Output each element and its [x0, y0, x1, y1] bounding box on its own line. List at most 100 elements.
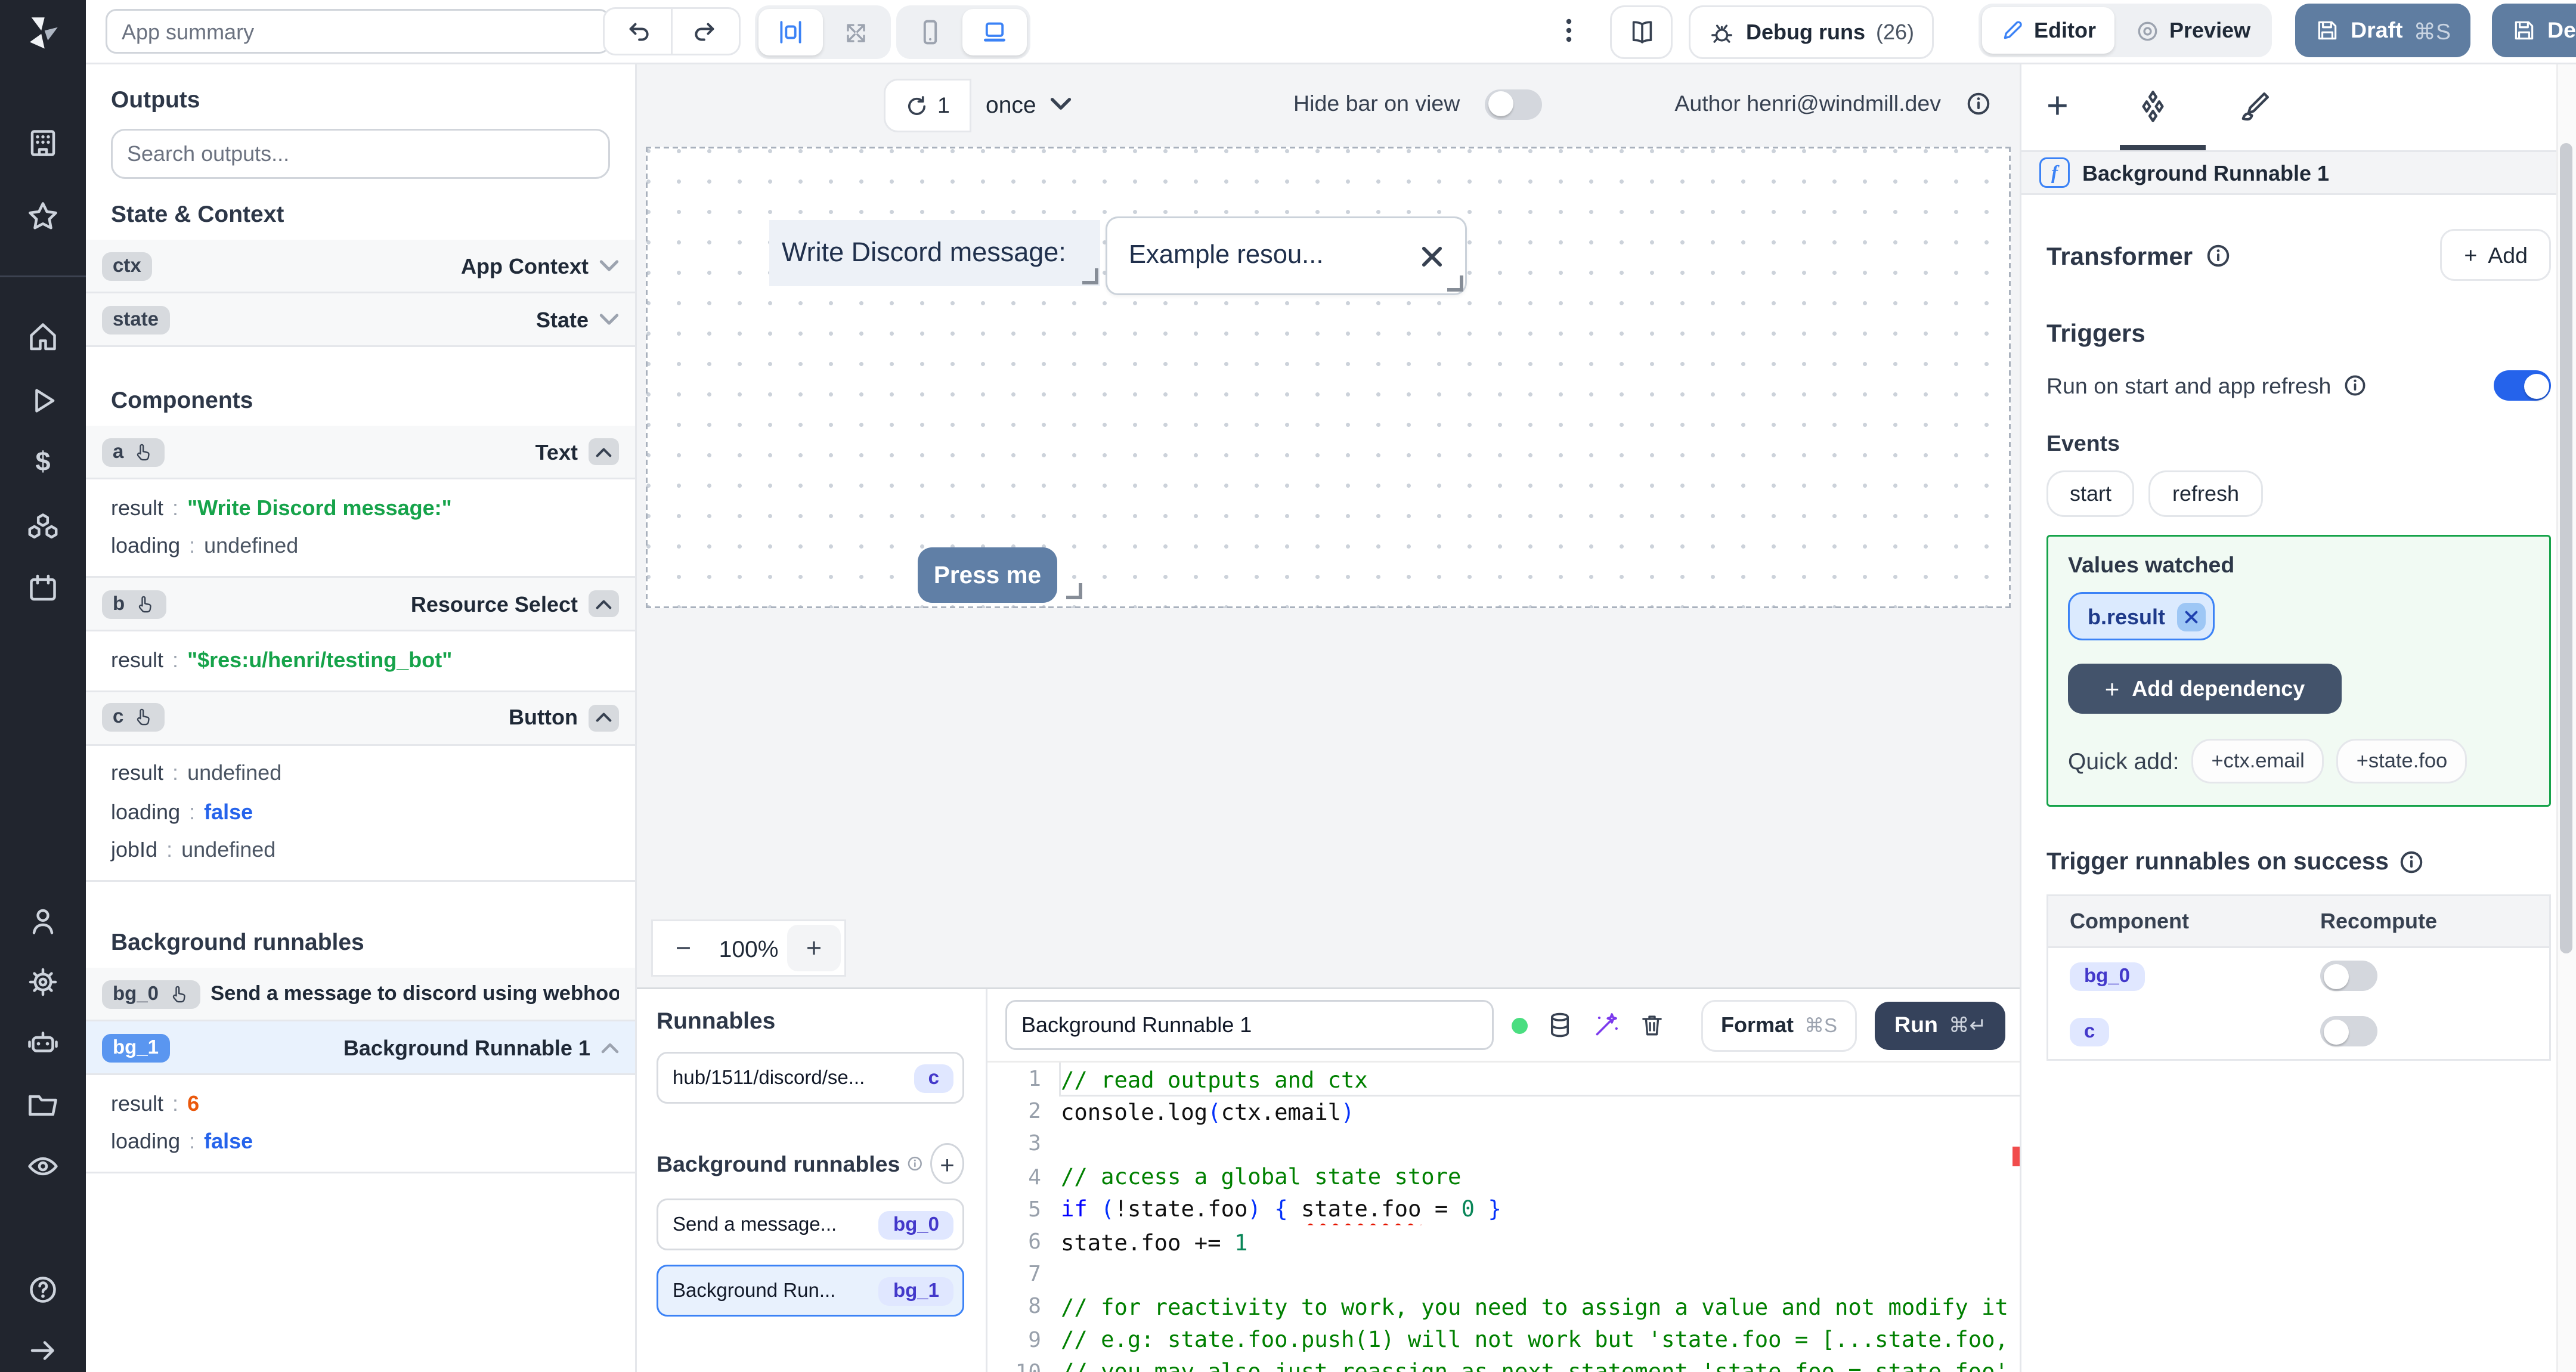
add-bg-runnable-button[interactable]: +	[930, 1143, 964, 1184]
resources-cubes-icon[interactable]	[0, 510, 86, 546]
debug-runs-button[interactable]: Debug runs (26)	[1689, 5, 1934, 59]
quick-add-ctx-email[interactable]: +ctx.email	[2191, 739, 2324, 783]
center-layout-toggle[interactable]	[758, 9, 823, 55]
ctx-row[interactable]: ctx App Context	[86, 240, 635, 293]
runnable-item-bg1-selected[interactable]: Background Run... bg_1	[657, 1265, 964, 1317]
tab-preview[interactable]: Preview	[2116, 7, 2268, 54]
resource-select-component[interactable]: Example resou...	[1106, 216, 1467, 295]
code-area[interactable]: 1// read outputs and ctx 2 console.log(ct…	[987, 1061, 2020, 1372]
bg0-row[interactable]: bg_0 Send a message to discord using web…	[86, 968, 635, 1021]
code-line[interactable]: 2 console.log(ctx.email)	[987, 1095, 2020, 1128]
windmill-logo[interactable]	[0, 13, 86, 52]
run-button[interactable]: Run ⌘↵	[1875, 1001, 2007, 1049]
folder-icon[interactable]	[0, 1088, 86, 1123]
settings-gear-icon[interactable]	[0, 964, 86, 1000]
code-line[interactable]: 10// you may also just reassign as next …	[987, 1355, 2020, 1372]
home-icon[interactable]	[0, 318, 86, 354]
background-runnables-title: Background runnables	[111, 928, 364, 955]
refresh-mode-dropdown[interactable]: once	[986, 79, 1072, 129]
desktop-view-toggle[interactable]	[962, 9, 1027, 55]
zoom-out-button[interactable]: −	[653, 933, 714, 964]
runnable-item-bg0[interactable]: Send a message... bg_0	[657, 1198, 964, 1250]
code-line[interactable]: 3	[987, 1128, 2020, 1160]
event-chip-refresh: refresh	[2149, 470, 2263, 517]
app-summary-input[interactable]	[106, 9, 610, 54]
collapse-button[interactable]	[589, 704, 619, 731]
component-c-badge: c	[102, 703, 165, 732]
state-row[interactable]: state State	[86, 293, 635, 347]
component-b-row[interactable]: b Resource Select	[86, 578, 635, 631]
help-icon[interactable]	[0, 1272, 86, 1308]
search-outputs-input[interactable]	[111, 129, 610, 179]
redo-button[interactable]	[671, 9, 739, 54]
recompute-toggle-bg0[interactable]	[2320, 961, 2377, 991]
collapse-arrow-icon[interactable]	[0, 1333, 86, 1368]
apps-icon[interactable]	[0, 125, 86, 161]
chevron-down-icon[interactable]	[599, 313, 619, 326]
favorites-star-icon[interactable]	[0, 199, 86, 234]
button-component[interactable]: Press me	[918, 547, 1057, 603]
remove-watched-x-icon[interactable]	[2178, 602, 2207, 631]
code-line[interactable]: 6 state.foo += 1	[987, 1225, 2020, 1258]
panel-scrollbar[interactable]	[2556, 63, 2576, 1372]
code-line[interactable]: 8// for reactivity to work, you need to …	[987, 1290, 2020, 1323]
undo-button[interactable]	[605, 9, 671, 54]
format-button[interactable]: Format ⌘S	[1701, 999, 1857, 1051]
refresh-count-button[interactable]: 1	[884, 79, 971, 132]
run-on-start-toggle[interactable]	[2494, 370, 2551, 401]
fullscreen-expand-toggle[interactable]	[825, 9, 887, 55]
code-line[interactable]: 1// read outputs and ctx	[987, 1063, 2020, 1097]
component-c-row[interactable]: c Button	[86, 691, 635, 745]
scrollbar-thumb[interactable]	[2560, 143, 2572, 953]
hide-bar-toggle[interactable]	[1485, 88, 1543, 119]
resize-handle[interactable]	[1082, 268, 1098, 284]
variables-dollar-icon[interactable]: $	[0, 447, 86, 478]
quick-add-state-foo[interactable]: +state.foo	[2336, 739, 2467, 783]
component-a-row[interactable]: a Text	[86, 426, 635, 479]
bg1-row[interactable]: bg_1 Background Runnable 1	[86, 1021, 635, 1075]
collapse-button[interactable]	[589, 438, 619, 465]
cache-database-icon[interactable]	[1546, 1011, 1574, 1039]
add-dependency-button[interactable]: + Add dependency	[2068, 664, 2342, 714]
runnable-name-input[interactable]	[1005, 1000, 1494, 1050]
collapse-button[interactable]	[589, 590, 619, 617]
tab-insert-plus[interactable]: +	[2046, 88, 2069, 125]
eye-icon[interactable]	[0, 1148, 86, 1184]
app-canvas[interactable]: Write Discord message: Example resou... …	[646, 147, 2011, 608]
code-line[interactable]: 4// access a global state store	[987, 1160, 2020, 1193]
add-transformer-button[interactable]: + Add	[2441, 229, 2551, 281]
tab-style-brush-icon[interactable]	[2238, 89, 2272, 123]
draft-button[interactable]: Draft ⌘S	[2295, 4, 2471, 57]
resize-handle[interactable]	[1066, 583, 1082, 599]
docs-book-button[interactable]	[1610, 5, 1673, 59]
runs-play-icon[interactable]	[0, 383, 86, 419]
text-component[interactable]: Write Discord message:	[769, 220, 1100, 286]
ai-wand-icon[interactable]	[1592, 1011, 1621, 1039]
info-icon[interactable]	[2205, 243, 2230, 268]
delete-trash-icon[interactable]	[1639, 1011, 1665, 1039]
tab-editor[interactable]: Editor	[1982, 7, 2114, 54]
outputs-title: Outputs	[111, 86, 200, 113]
chevron-up-icon[interactable]	[601, 1042, 619, 1053]
schedules-calendar-icon[interactable]	[0, 571, 86, 606]
recompute-table: Component Recompute bg_0 c	[2046, 894, 2551, 1061]
deploy-button[interactable]: Deploy	[2492, 4, 2576, 57]
user-icon[interactable]	[0, 903, 86, 939]
info-icon[interactable]	[1966, 91, 1991, 116]
zoom-in-button[interactable]: +	[787, 925, 841, 971]
recompute-toggle-c[interactable]	[2320, 1016, 2377, 1046]
resize-handle[interactable]	[1447, 275, 1463, 292]
code-line[interactable]: 9// e.g: state.foo.push(1) will not work…	[987, 1323, 2020, 1356]
chevron-down-icon[interactable]	[599, 259, 619, 272]
info-icon[interactable]	[2399, 849, 2425, 874]
info-icon[interactable]	[907, 1154, 923, 1173]
info-icon[interactable]	[2343, 374, 2367, 397]
tab-settings-diamonds-icon[interactable]	[2137, 89, 2171, 123]
kebab-menu-icon[interactable]	[1556, 14, 1581, 47]
ai-robot-icon[interactable]	[0, 1025, 86, 1061]
mobile-view-toggle[interactable]	[900, 9, 961, 55]
code-line[interactable]: 5 if (!state.foo) { state.foo = 0 }	[987, 1193, 2020, 1225]
clear-x-icon[interactable]	[1420, 244, 1444, 268]
runnable-item-main[interactable]: hub/1511/discord/se... c	[657, 1052, 964, 1104]
code-line[interactable]: 7	[987, 1258, 2020, 1290]
